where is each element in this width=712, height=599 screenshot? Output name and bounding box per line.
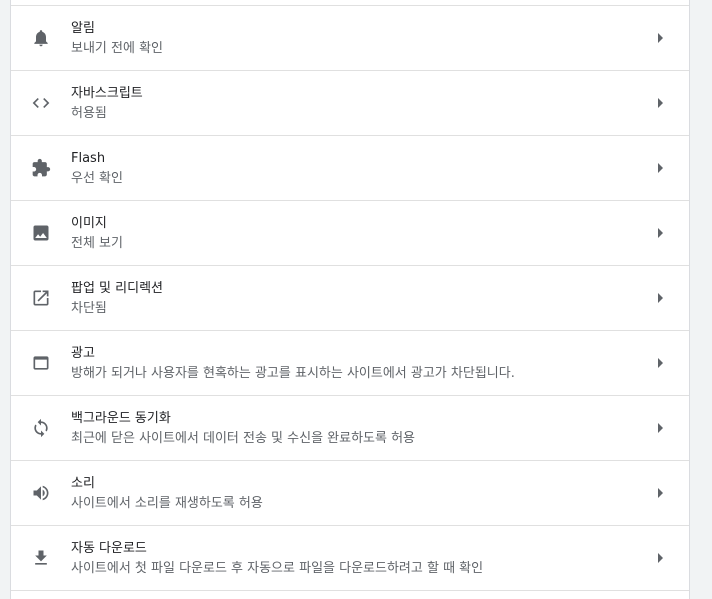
open-in-new-icon bbox=[31, 288, 51, 308]
setting-row-notifications[interactable]: 알림 보내기 전에 확인 bbox=[11, 6, 689, 71]
chevron-right-icon bbox=[658, 98, 663, 108]
volume-icon bbox=[31, 483, 51, 503]
setting-row-flash[interactable]: Flash 우선 확인 bbox=[11, 136, 689, 201]
setting-title: Flash bbox=[71, 151, 106, 166]
chevron-right-icon bbox=[658, 33, 663, 43]
setting-subtitle: 허용됨 bbox=[71, 106, 107, 121]
code-icon bbox=[31, 93, 51, 113]
chevron-right-icon bbox=[658, 553, 663, 563]
setting-title: 이미지 bbox=[71, 216, 107, 231]
setting-row-background-sync[interactable]: 백그라운드 동기화 최근에 닫은 사이트에서 데이터 전송 및 수신을 완료하도… bbox=[11, 396, 689, 461]
chevron-right-icon bbox=[658, 293, 663, 303]
chevron-right-icon bbox=[658, 423, 663, 433]
setting-subtitle: 우선 확인 bbox=[71, 171, 123, 186]
setting-subtitle: 사이트에서 소리를 재생하도록 허용 bbox=[71, 496, 263, 511]
setting-row-popups[interactable]: 팝업 및 리디렉션 차단됨 bbox=[11, 266, 689, 331]
setting-title: 광고 bbox=[71, 346, 95, 361]
bell-icon bbox=[31, 28, 51, 48]
puzzle-icon bbox=[31, 158, 51, 178]
setting-subtitle: 사이트에서 첫 파일 다운로드 후 자동으로 파일을 다운로드하려고 할 때 확… bbox=[71, 561, 484, 576]
setting-subtitle: 방해가 되거나 사용자를 현혹하는 광고를 표시하는 사이트에서 광고가 차단됩… bbox=[71, 366, 515, 381]
chevron-right-icon bbox=[658, 488, 663, 498]
setting-title: 자동 다운로드 bbox=[71, 541, 147, 556]
setting-title: 자바스크립트 bbox=[71, 86, 143, 101]
setting-title: 소리 bbox=[71, 476, 95, 491]
setting-row-javascript[interactable]: 자바스크립트 허용됨 bbox=[11, 71, 689, 136]
setting-subtitle: 보내기 전에 확인 bbox=[71, 41, 163, 56]
setting-title: 백그라운드 동기화 bbox=[71, 411, 171, 426]
setting-subtitle: 전체 보기 bbox=[71, 236, 123, 251]
download-icon bbox=[31, 548, 51, 568]
setting-subtitle: 차단됨 bbox=[71, 301, 107, 316]
sync-icon bbox=[31, 418, 51, 438]
setting-row-sound[interactable]: 소리 사이트에서 소리를 재생하도록 허용 bbox=[11, 461, 689, 526]
setting-row-images[interactable]: 이미지 전체 보기 bbox=[11, 201, 689, 266]
setting-subtitle: 최근에 닫은 사이트에서 데이터 전송 및 수신을 완료하도록 허용 bbox=[71, 431, 416, 446]
window-icon bbox=[31, 353, 51, 373]
site-settings-card: 알림 보내기 전에 확인 자바스크립트 허용됨 Flash 우선 확인 이미지 … bbox=[10, 0, 690, 599]
setting-row-ads[interactable]: 광고 방해가 되거나 사용자를 현혹하는 광고를 표시하는 사이트에서 광고가 … bbox=[11, 331, 689, 396]
setting-title: 알림 bbox=[71, 21, 95, 36]
setting-row-automatic-downloads[interactable]: 자동 다운로드 사이트에서 첫 파일 다운로드 후 자동으로 파일을 다운로드하… bbox=[11, 526, 689, 591]
chevron-right-icon bbox=[658, 228, 663, 238]
image-icon bbox=[31, 223, 51, 243]
setting-title: 팝업 및 리디렉션 bbox=[71, 281, 163, 296]
chevron-right-icon bbox=[658, 358, 663, 368]
chevron-right-icon bbox=[658, 163, 663, 173]
